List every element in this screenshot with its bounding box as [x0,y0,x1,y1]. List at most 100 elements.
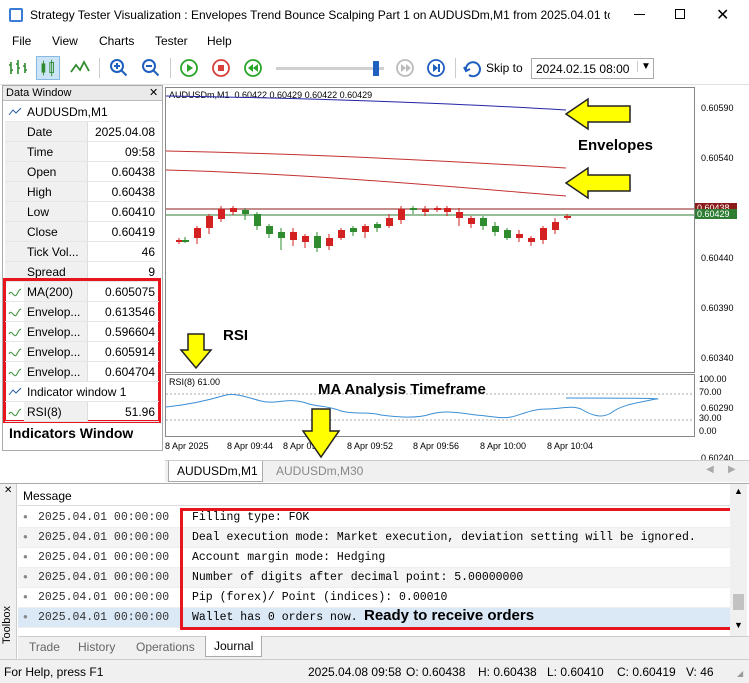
envelopes-callout: Envelopes [578,137,654,154]
resize-grip-icon[interactable]: ◢ [737,669,743,678]
tab-operations[interactable]: Operations [136,640,195,654]
candle-body [540,228,547,240]
menu-charts[interactable]: Charts [99,34,134,48]
journal-time: 2025.04.01 00:00:00 [38,591,170,604]
data-key: High [27,185,52,199]
candle-body [302,236,309,242]
time-tick: 8 Apr 10:04 [547,441,594,451]
toolbox-close-icon[interactable]: ✕ [4,485,12,496]
chart-tab-m1[interactable]: AUDUSDm,M1 [168,461,263,482]
status-bar: For Help, press F1 2025.04.08 09:58 O: 0… [0,659,749,683]
journal-header: Message [18,484,730,506]
data-key: Date [27,125,53,139]
tab-history[interactable]: History [78,640,115,654]
data-value: 0.60438 [111,185,155,199]
minimize-icon[interactable] [634,14,645,15]
data-value: 46 [141,245,155,259]
menu-help[interactable]: Help [207,34,232,48]
candle-body [422,209,429,212]
rsi-tick-30: 30.00 [699,413,722,423]
journal-scrollbar[interactable]: ▲ ▼ [730,484,747,636]
journal-time: 2025.04.01 00:00:00 [38,551,170,564]
skip-to-icon[interactable] [461,56,485,80]
candle-body [492,226,499,232]
journal-time: 2025.04.01 00:00:00 [38,531,170,544]
stop-icon[interactable] [209,56,233,80]
data-value: 9 [148,265,155,279]
bullet-icon: ● [23,572,28,581]
rsi-arrow [179,333,213,370]
bullet-icon: ● [23,512,28,521]
toolbox-panel: ✕ Toolbox Message ● 2025.04.01 00:00:00 … [0,483,749,659]
bar-chart-icon[interactable] [6,56,30,80]
menu-bar: File View Charts Tester Help [0,31,749,51]
chart-tabs: AUDUSDm,M1 AUDUSDm,M30 ◀ ▶ [165,460,749,482]
menu-file[interactable]: File [12,34,31,48]
line-chart-icon[interactable] [68,56,92,80]
indicator-row: Envelop... 0.605914 [5,342,159,362]
menu-view[interactable]: View [52,34,78,48]
speed-slider-thumb[interactable] [373,61,379,76]
rsi-value: 51.96 [124,405,155,419]
candle-body [218,209,225,219]
journal-time: 2025.04.01 00:00:00 [38,611,170,624]
tab-journal[interactable]: Journal [205,636,262,657]
zoom-in-icon[interactable] [107,56,131,80]
tab-trade[interactable]: Trade [29,640,60,654]
scroll-left-icon[interactable]: ◀ [706,464,714,475]
status-close: C: 0.60419 [617,665,676,679]
rewind-icon[interactable] [241,56,265,80]
candle-body [468,218,475,224]
play-icon[interactable] [177,56,201,80]
time-tick: 8 Apr 09:52 [347,441,394,451]
scroll-up-icon[interactable]: ▲ [734,486,743,496]
close-icon[interactable]: ✕ [716,5,729,25]
rsi-row: RSI(8) 51.96 [5,402,159,422]
scroll-thumb[interactable] [733,594,744,610]
candle-body [398,209,405,220]
data-row: Tick Vol... 46 [5,242,159,262]
skip-to-date-picker[interactable]: 2024.02.15 08:00 ▼ [531,58,654,79]
toolbox-label: Toolbox [0,606,13,644]
time-tick: 8 Apr 10:00 [480,441,527,451]
indicator-icon [8,348,22,357]
candle-body [362,226,369,232]
rsi-tick-100: 100.00 [699,374,727,384]
candle-body [350,228,357,232]
step-forward-icon[interactable] [393,56,417,80]
status-volume: V: 46 [686,665,714,679]
candlestick-button[interactable] [36,56,60,80]
envelopes-arrow-bottom [564,166,631,200]
candlestick-icon [41,59,54,77]
chart-tab-m30[interactable]: AUDUSDm,M30 [276,464,363,478]
price-tick: 0.60390 [701,303,734,313]
candle-body [504,230,511,238]
time-tick: 8 Apr 09:56 [413,441,460,451]
candle-body [374,224,381,228]
price-chart[interactable]: AUDUSDm,M1 0.60422 0.60429 0.60422 0.604… [165,87,695,373]
dropdown-arrow-icon[interactable]: ▼ [637,61,651,72]
indicator-row: MA(200) 0.605075 [5,282,159,302]
maximize-icon[interactable] [675,9,685,19]
indicator-value: 0.613546 [104,305,155,319]
skip-end-icon[interactable] [424,56,448,80]
menu-tester[interactable]: Tester [155,34,188,48]
rsi-chart[interactable]: RSI(8) 61.00 MA Analysis Timeframe [165,374,695,437]
scroll-right-icon[interactable]: ▶ [728,464,736,475]
scroll-down-icon[interactable]: ▼ [734,620,743,630]
data-window-symbol: AUDUSDm,M1 [27,105,108,119]
toolbar: Skip to 2024.02.15 08:00 ▼ [0,51,749,85]
indicator-label: MA(200) [27,285,74,299]
data-window-close-icon[interactable]: ✕ [149,86,158,99]
candle-body [480,218,487,226]
data-row: High 0.60438 [5,182,159,202]
indicator-label: Envelop... [27,305,81,319]
zoom-out-icon[interactable] [139,56,163,80]
indicator-label: Envelop... [27,345,81,359]
candle-body [338,230,345,238]
price-tick: 0.60540 [701,153,734,163]
speed-slider[interactable] [276,61,384,76]
indicator-icon [8,368,22,377]
status-open: O: 0.60438 [406,665,466,679]
data-key: Low [27,205,50,219]
